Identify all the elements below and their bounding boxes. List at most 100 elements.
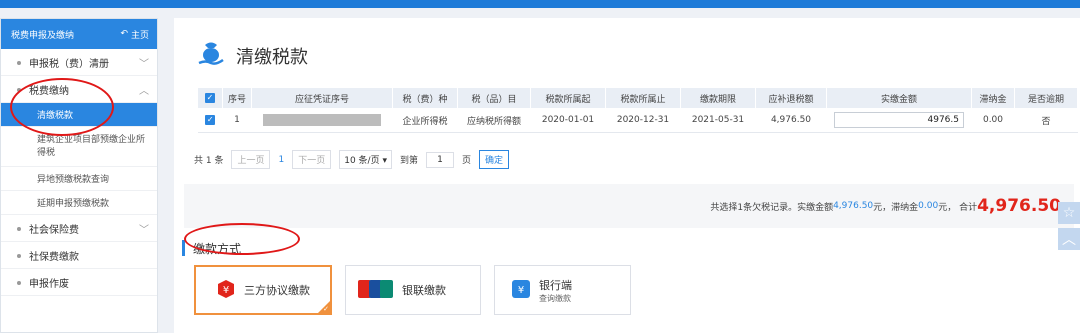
chevron-down-icon: ﹀ — [139, 59, 149, 70]
top-bar — [0, 0, 1080, 8]
option-label: 三方协议缴款 — [244, 284, 310, 297]
bullet-icon — [17, 227, 21, 231]
sidebar-item-label: 社会保险费 — [29, 224, 79, 236]
summary-unit: 元，滞纳金 — [873, 202, 919, 213]
bullet-icon — [17, 281, 21, 285]
summary-paid: 4,976.50 — [833, 201, 874, 211]
cell-index: 1 — [222, 108, 252, 133]
summary-total: 4,976.50 — [977, 196, 1061, 216]
main-panel: 清缴税款 ✓ 序号 应征凭证序号 税（费）种 税（品）目 税款所属起 税款所属止… — [174, 18, 1080, 333]
tax-table: ✓ 序号 应征凭证序号 税（费）种 税（品）目 税款所属起 税款所属止 缴款期限… — [198, 88, 1078, 133]
sidebar: 税费申报及缴纳 ↶ 主页 申报税（费）清册 ﹀ 税费缴纳 ︿ 清缴税款 建筑企业… — [0, 18, 158, 333]
sidebar-subitem-construction-prepay[interactable]: 建筑企业项目部预缴企业所得税 — [1, 127, 157, 167]
sidebar-subitem-remote-prepay-query[interactable]: 异地预缴税款查询 — [1, 167, 157, 191]
payment-summary: 共选择1条欠税记录。实缴金额 4,976.50 元，滞纳金 0.00 元， 合计… — [184, 184, 1074, 228]
goto-confirm-button[interactable]: 确定 — [479, 150, 510, 169]
sidebar-item-label: 申报作废 — [29, 278, 69, 290]
home-link[interactable]: ↶ 主页 — [120, 28, 149, 41]
money-bag-icon — [196, 38, 226, 73]
summary-unit: 元， 合计 — [938, 202, 978, 213]
page-title: 清缴税款 — [236, 46, 308, 68]
col-header: 税（品）目 — [457, 88, 531, 108]
cell-end: 2020-12-31 — [605, 108, 681, 133]
cell-deadline: 2021-05-31 — [680, 108, 756, 133]
sidebar-item-social-payment[interactable]: 社保费缴款 — [1, 242, 157, 269]
col-header: 滞纳金 — [971, 88, 1015, 108]
col-header: 缴款期限 — [680, 88, 756, 108]
select-all-checkbox[interactable]: ✓ — [205, 93, 215, 103]
three-party-payment-option[interactable]: ¥ 三方协议缴款 ✓ — [194, 265, 332, 315]
col-header: 是否逾期 — [1014, 88, 1078, 108]
back-arrow-icon: ↶ — [120, 29, 128, 39]
option-label: 银行端 — [539, 278, 572, 292]
sidebar-item-label: 申报税（费）清册 — [29, 58, 109, 70]
option-label: 银联缴款 — [402, 284, 446, 297]
row-select-cell: ✓ — [198, 108, 223, 133]
page-header: 清缴税款 — [196, 38, 308, 73]
col-header: 税款所属起 — [530, 88, 606, 108]
bullet-icon — [17, 88, 21, 92]
chevron-down-icon: ﹀ — [139, 225, 149, 236]
sidebar-item-filing-list[interactable]: 申报税（费）清册 ﹀ — [1, 49, 157, 76]
summary-late-fee: 0.00 — [918, 201, 939, 211]
sidebar-title: 税费申报及缴纳 — [11, 30, 75, 41]
sidebar-item-label: 社保费缴款 — [29, 251, 79, 263]
summary-prefix: 共选择1条欠税记录。实缴金额 — [710, 202, 834, 213]
page-unit-label: 页 — [462, 156, 472, 166]
cell-item: 应纳税所得额 — [457, 108, 531, 133]
col-header: 应补退税额 — [755, 88, 827, 108]
page-size-value: 10 条/页 — [344, 156, 380, 166]
cell-tax-type: 企业所得税 — [392, 108, 458, 133]
prev-page-button[interactable]: 上一页 — [231, 150, 271, 169]
col-header: 税（费）种 — [392, 88, 458, 108]
bank-option-text: 银行端 查询缴款 — [539, 277, 572, 304]
sidebar-header: 税费申报及缴纳 ↶ 主页 — [1, 19, 157, 49]
col-header: 税款所属止 — [605, 88, 681, 108]
svg-text:¥: ¥ — [223, 285, 229, 296]
redacted-block — [263, 114, 381, 126]
next-page-button[interactable]: 下一页 — [292, 150, 332, 169]
col-header: 应征凭证序号 — [251, 88, 393, 108]
scroll-top-icon[interactable]: ︿ — [1058, 228, 1080, 250]
table-header-row: ✓ 序号 应征凭证序号 税（费）种 税（品）目 税款所属起 税款所属止 缴款期限… — [198, 88, 1078, 108]
bullet-icon — [17, 254, 21, 258]
select-all-cell: ✓ — [198, 88, 223, 108]
cell-due: 4,976.50 — [755, 108, 827, 133]
col-header: 实缴金额 — [826, 88, 972, 108]
sidebar-item-label: 税费缴纳 — [29, 85, 69, 97]
table-row: ✓ 1 企业所得税 应纳税所得额 2020-01-01 2020-12-31 2… — [198, 108, 1078, 133]
sidebar-item-social-insurance[interactable]: 社会保险费 ﹀ — [1, 215, 157, 242]
home-label: 主页 — [130, 30, 149, 41]
cell-overdue: 否 — [1014, 108, 1078, 133]
star-favorite-icon[interactable]: ☆ — [1058, 202, 1080, 224]
caret-down-icon: ▾ — [382, 156, 387, 166]
goto-page-input[interactable]: 1 — [426, 151, 454, 168]
cell-paid: 4976.5 — [826, 108, 972, 133]
row-checkbox[interactable]: ✓ — [205, 115, 216, 125]
cell-voucher — [251, 108, 393, 133]
checkmark-icon: ✓ — [323, 305, 329, 313]
sidebar-item-tax-payment[interactable]: 税费缴纳 ︿ — [1, 76, 157, 103]
unionpay-payment-option[interactable]: 银联缴款 — [345, 265, 481, 315]
bullet-icon — [17, 61, 21, 65]
sidebar-item-void-filing[interactable]: 申报作废 — [1, 269, 157, 296]
payment-method-title: 缴款方式 — [182, 240, 241, 256]
chevron-up-icon: ︿ — [139, 86, 149, 97]
cell-start: 2020-01-01 — [530, 108, 606, 133]
three-party-icon: ¥ — [216, 279, 236, 302]
page-size-select[interactable]: 10 条/页 ▾ — [339, 150, 392, 169]
total-count: 共 1 条 — [194, 156, 224, 166]
goto-label: 到第 — [399, 156, 418, 166]
paid-amount-input[interactable]: 4976.5 — [834, 112, 964, 128]
cell-late-fee: 0.00 — [971, 108, 1015, 133]
unionpay-logo-icon — [358, 279, 394, 302]
page-number[interactable]: 1 — [278, 155, 284, 165]
pagination: 共 1 条 上一页 1 下一页 10 条/页 ▾ 到第 1 页 确定 — [194, 150, 510, 169]
svg-text:¥: ¥ — [518, 285, 524, 296]
bank-end-payment-option[interactable]: ¥ 银行端 查询缴款 — [494, 265, 631, 315]
sidebar-subitem-settle-tax[interactable]: 清缴税款 — [1, 103, 157, 127]
sidebar-subitem-deferred-prepay[interactable]: 延期申报预缴税款 — [1, 191, 157, 215]
col-header: 序号 — [222, 88, 252, 108]
option-sublabel: 查询缴款 — [539, 293, 571, 303]
bank-icon: ¥ — [511, 279, 531, 302]
